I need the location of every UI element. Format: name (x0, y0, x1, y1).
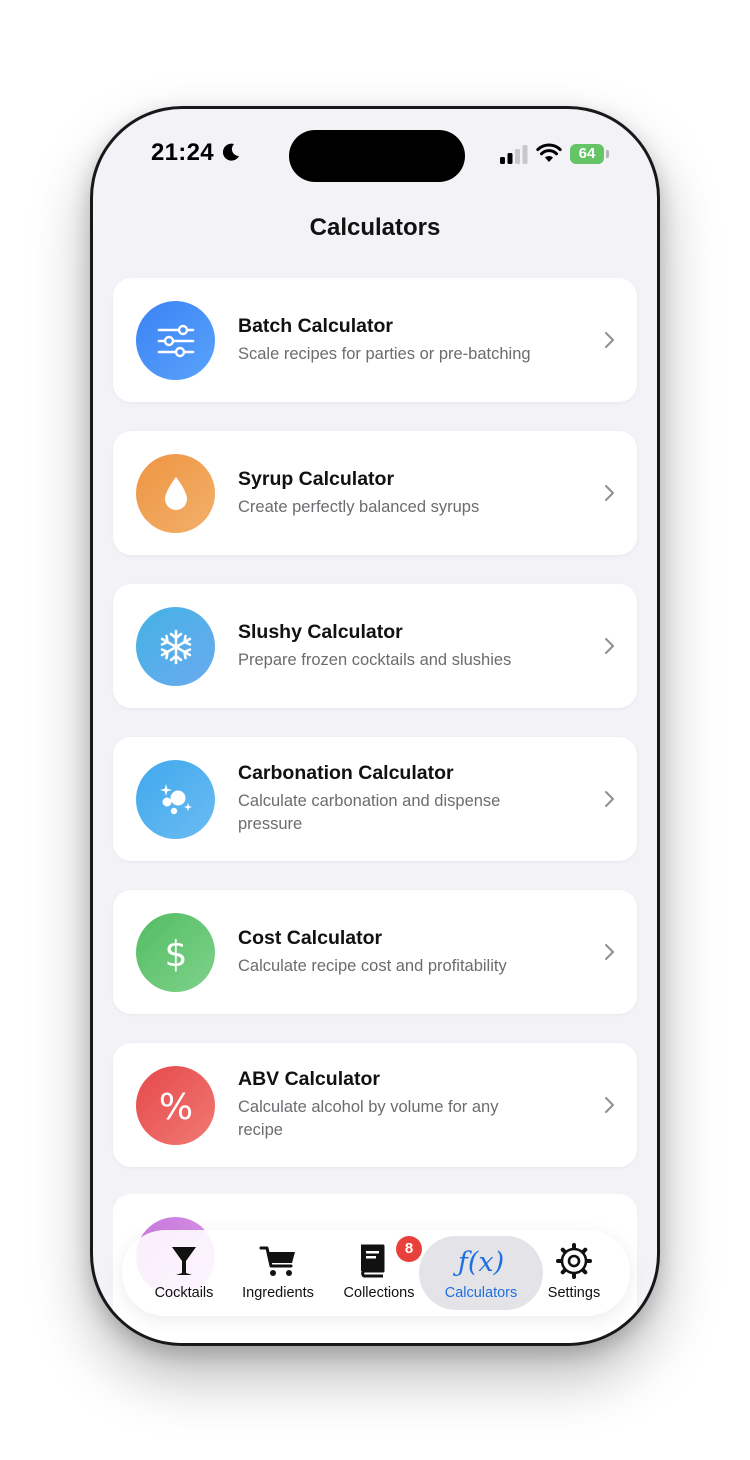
svg-text:ƒ(x): ƒ(x) (453, 1247, 504, 1278)
cost-calculator-icon-circle: $ (136, 913, 215, 992)
tab-label: Settings (547, 1285, 601, 1301)
collections-badge: 8 (396, 1236, 422, 1262)
status-time: 21:24 (151, 139, 214, 166)
dollar-icon: $ (164, 934, 187, 974)
card-text: Carbonation Calculator Calculate carbona… (238, 737, 567, 861)
svg-text:$: $ (164, 934, 187, 974)
bubbles-icon (159, 783, 192, 814)
snowflake-icon (160, 629, 191, 664)
card-subtitle: Calculate recipe cost and profitability (238, 956, 507, 975)
chevron-right-icon (605, 638, 614, 654)
chevron-right-icon (605, 791, 614, 807)
card-title: ABV Calculator (238, 1068, 380, 1090)
slushy-calculator-card[interactable]: Slushy Calculator Prepare frozen cocktai… (113, 584, 637, 708)
sliders-icon (157, 324, 194, 357)
wifi-icon (536, 143, 562, 162)
function-icon: ƒ(x) (447, 1242, 515, 1280)
card-title: Cost Calculator (238, 926, 383, 949)
tab-label: Calculators (444, 1285, 518, 1301)
gear-icon (554, 1242, 594, 1280)
card-text: Batch Calculator Scale recipes for parti… (238, 278, 567, 402)
battery-level: 64 (570, 144, 604, 164)
card-subtitle: Scale recipes for parties or pre-batchin… (238, 344, 531, 363)
batch-calculator-card[interactable]: Batch Calculator Scale recipes for parti… (113, 278, 637, 402)
card-title: Syrup Calculator (238, 467, 395, 490)
card-subtitle: Create perfectly balanced syrups (238, 497, 480, 516)
cellular-signal-icon (500, 145, 528, 164)
chevron-right-icon (605, 1097, 614, 1113)
chevron-right-icon (605, 332, 614, 348)
page-title: Calculators (309, 214, 441, 241)
card-text: Syrup Calculator Create perfectly balanc… (238, 431, 567, 555)
card-title: Slushy Calculator (238, 620, 403, 643)
tab-label: Ingredients (242, 1285, 314, 1301)
abv-calculator-icon-circle: % (136, 1066, 215, 1145)
batch-calculator-icon-circle (136, 301, 215, 380)
card-subtitle: Calculate alcohol by volume for any reci… (238, 1098, 499, 1139)
card-title: Batch Calculator (238, 314, 393, 337)
abv-calculator-card[interactable]: % ABV Calculator Calculate alcohol by vo… (113, 1043, 637, 1167)
cocktail-glass-icon (164, 1242, 204, 1280)
syrup-calculator-card[interactable]: Syrup Calculator Create perfectly balanc… (113, 431, 637, 555)
card-subtitle: Calculate carbonation and dispense press… (238, 792, 501, 833)
tab-collections[interactable]: 8 Collections (330, 1230, 428, 1316)
percent-icon: % (158, 1087, 192, 1126)
card-text: Slushy Calculator Prepare frozen cocktai… (238, 584, 567, 708)
card-text: Cost Calculator Calculate recipe cost an… (238, 890, 567, 1014)
slushy-calculator-icon-circle (136, 607, 215, 686)
cost-calculator-card[interactable]: $ Cost Calculator Calculate recipe cost … (113, 890, 637, 1014)
tab-calculators[interactable]: ƒ(x) Calculators (432, 1230, 530, 1316)
app-screen: 21:24 64 Calculators Batch Calculator Sc… (93, 109, 657, 1343)
card-subtitle: Prepare frozen cocktails and slushies (238, 650, 512, 669)
card-title: Carbonation Calculator (238, 762, 454, 784)
book-icon (352, 1242, 392, 1280)
svg-text:%: % (158, 1087, 192, 1126)
chevron-right-icon (605, 485, 614, 501)
droplet-icon (164, 476, 187, 510)
phone-frame: 21:24 64 Calculators Batch Calculator Sc… (90, 106, 660, 1346)
syrup-calculator-icon-circle (136, 454, 215, 533)
carbonation-calculator-icon-circle (136, 760, 215, 839)
tab-settings[interactable]: Settings (534, 1230, 614, 1316)
chevron-right-icon (605, 944, 614, 960)
dynamic-island (289, 130, 465, 182)
cart-icon (258, 1242, 298, 1280)
battery-charging-icon: 64 (570, 144, 610, 164)
battery-nub (606, 150, 609, 158)
tab-cocktails[interactable]: Cocktails (140, 1230, 228, 1316)
card-text: ABV Calculator Calculate alcohol by volu… (238, 1043, 567, 1167)
moon-icon (222, 143, 239, 161)
tab-bar: Cocktails Ingredients 8 Collections ƒ(x)… (122, 1230, 630, 1316)
tab-ingredients[interactable]: Ingredients (230, 1230, 326, 1316)
carbonation-calculator-card[interactable]: Carbonation Calculator Calculate carbona… (113, 737, 637, 861)
tab-label: Collections (343, 1285, 415, 1301)
tab-label: Cocktails (154, 1285, 214, 1301)
